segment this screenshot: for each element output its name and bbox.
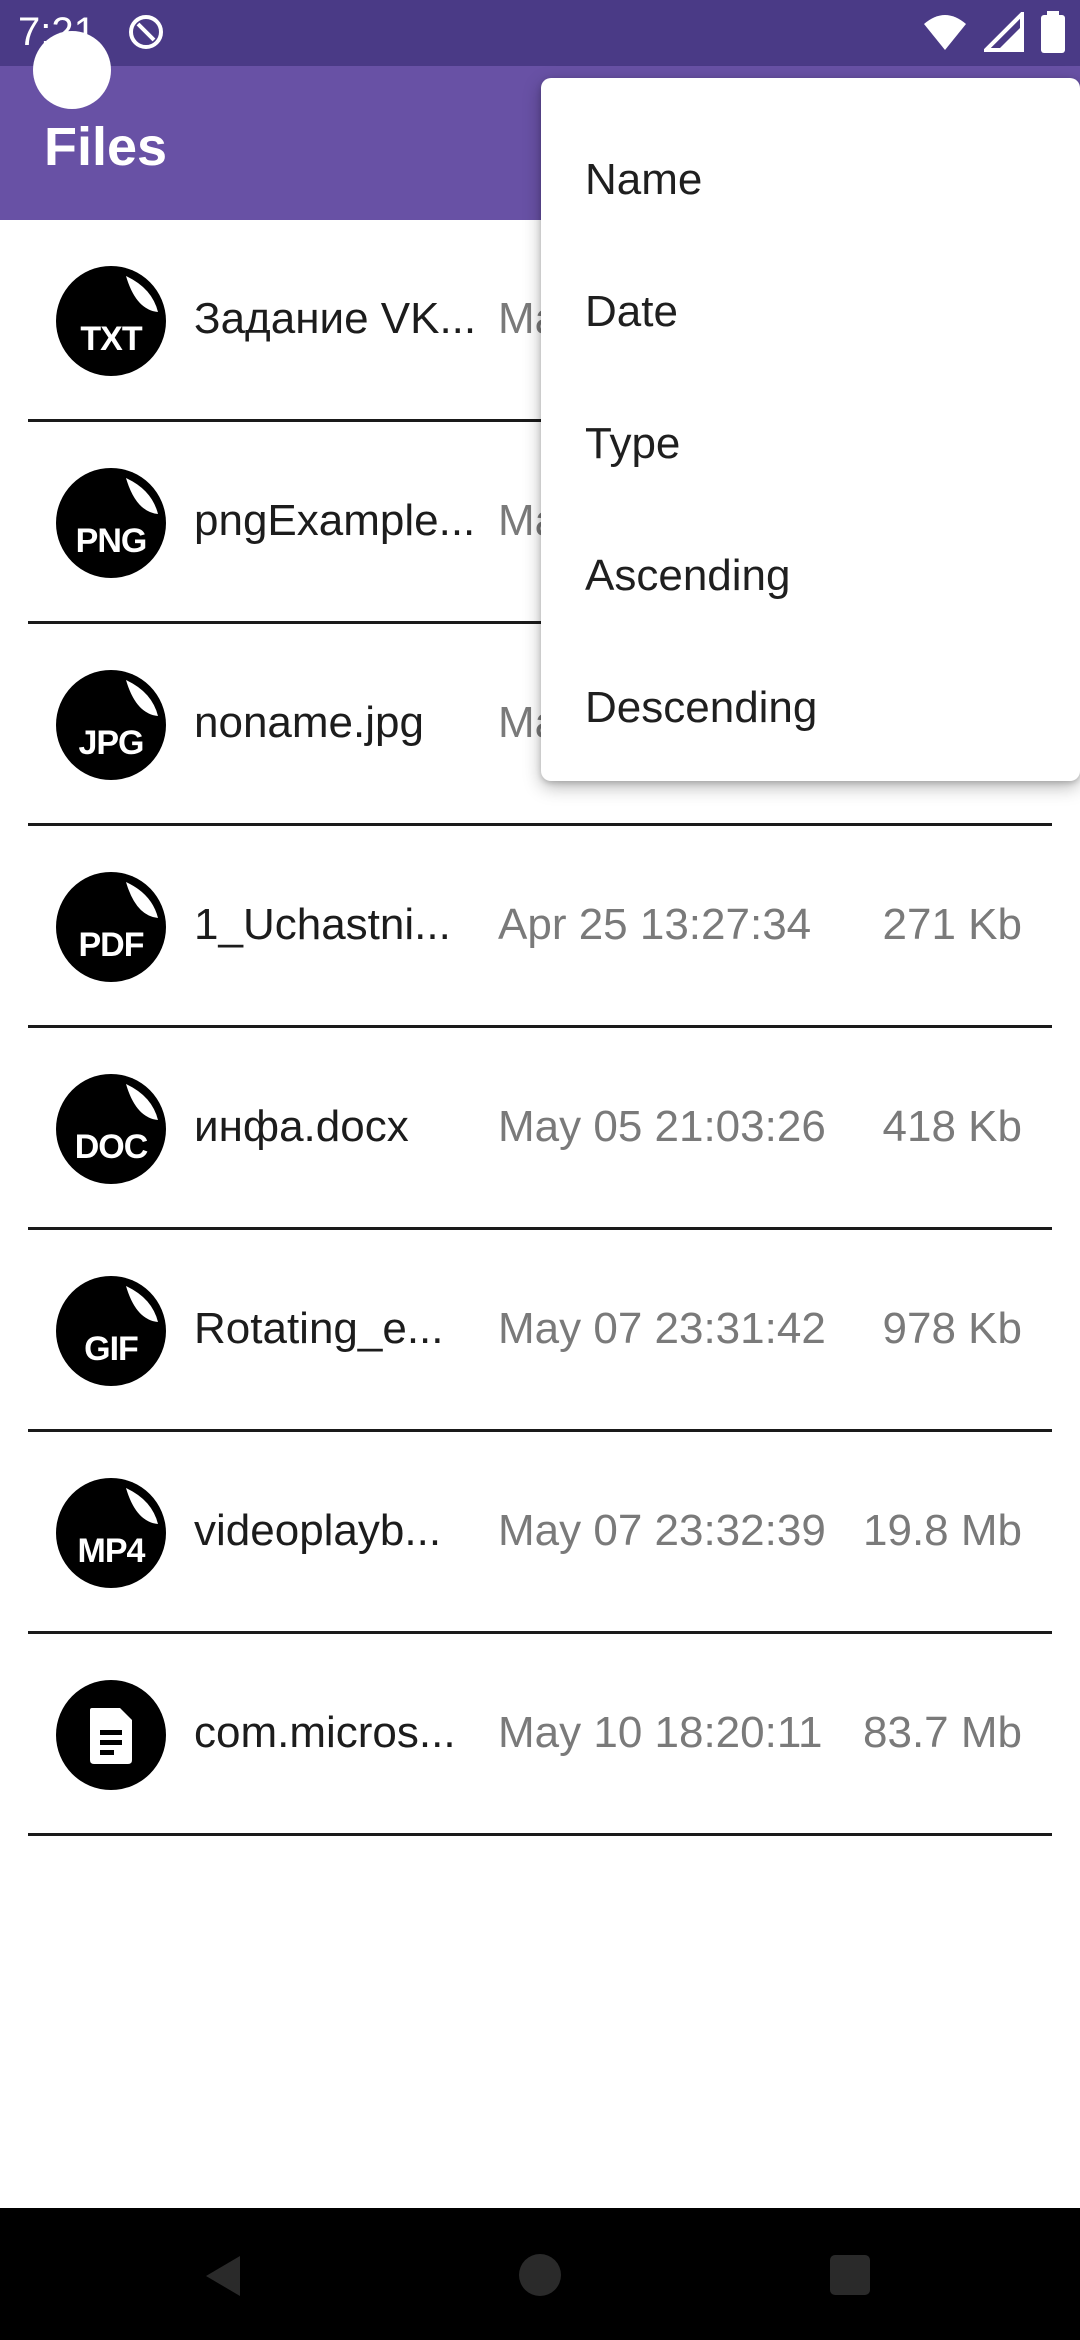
menu-item-descending[interactable]: Descending [541,642,1080,774]
file-row[interactable]: GIF Rotating_e... May 07 23:31:42 978 Kb [0,1230,1080,1432]
file-name: Rotating_e... [194,1304,444,1353]
file-name: videoplayb... [194,1506,442,1555]
sort-menu: Name Date Type Ascending Descending [541,78,1080,781]
pdf-file-icon: PDF [56,872,166,982]
file-type-label: TXT [80,320,142,358]
menu-item-ascending[interactable]: Ascending [541,510,1080,642]
file-row[interactable]: MP4 videoplayb... May 07 23:32:39 19.8 Mb [0,1432,1080,1634]
battery-icon [1040,10,1066,58]
wifi-icon [922,12,968,57]
file-size: 978 Kb [882,1304,1022,1353]
file-name: noname.jpg [194,698,424,747]
file-row[interactable]: PDF 1_Uchastni... Apr 25 13:27:34 271 Kb [0,826,1080,1028]
jpg-file-icon: JPG [56,670,166,780]
file-name: com.micros... [194,1708,456,1757]
status-bar: 7:21 [0,0,1080,66]
file-date: May 07 23:32:39 [498,1506,826,1555]
file-name: pngExample... [194,496,476,545]
screen: 7:21 Files TXT Задание VK... Ma PNG pngE… [0,0,1080,2340]
menu-item-name[interactable]: Name [541,114,1080,246]
navigation-bar [0,2208,1080,2340]
file-size: 19.8 Mb [863,1506,1022,1555]
gif-file-icon: GIF [56,1276,166,1386]
touch-indicator [33,31,111,109]
mp4-file-icon: MP4 [56,1478,166,1588]
file-row[interactable]: com.micros... May 10 18:20:11 83.7 Mb [0,1634,1080,1836]
file-type-label: PNG [75,522,148,560]
menu-item-type[interactable]: Type [541,378,1080,510]
txt-file-icon: TXT [56,266,166,376]
file-name: инфа.docx [194,1102,409,1151]
file-date: May 05 21:03:26 [498,1102,826,1151]
doc-file-icon: DOC [56,1074,166,1184]
file-type-label: DOC [74,1128,149,1166]
file-row[interactable]: DOC инфа.docx May 05 21:03:26 418 Kb [0,1028,1080,1230]
file-date: May 10 18:20:11 [498,1708,823,1757]
file-name: 1_Uchastni... [194,900,451,949]
file-type-label: JPG [78,724,144,762]
notification-icon [126,12,166,52]
home-icon[interactable] [519,2254,561,2296]
file-size: 418 Kb [882,1102,1022,1151]
file-size: 83.7 Mb [863,1708,1022,1757]
png-file-icon: PNG [56,468,166,578]
file-size: 271 Kb [882,900,1022,949]
file-type-label: MP4 [77,1532,146,1570]
status-icons [922,8,1066,58]
generic-document-icon [56,1680,166,1790]
file-type-label: PDF [78,926,145,964]
recents-icon[interactable] [830,2255,870,2295]
app-title: Files [44,117,168,177]
file-name: Задание VK... [194,294,477,343]
file-type-label: GIF [84,1330,139,1368]
file-date: Apr 25 13:27:34 [498,900,812,949]
back-icon[interactable] [200,2252,248,2305]
file-date: May 07 23:31:42 [498,1304,826,1353]
menu-item-date[interactable]: Date [541,246,1080,378]
signal-icon [981,8,1024,57]
